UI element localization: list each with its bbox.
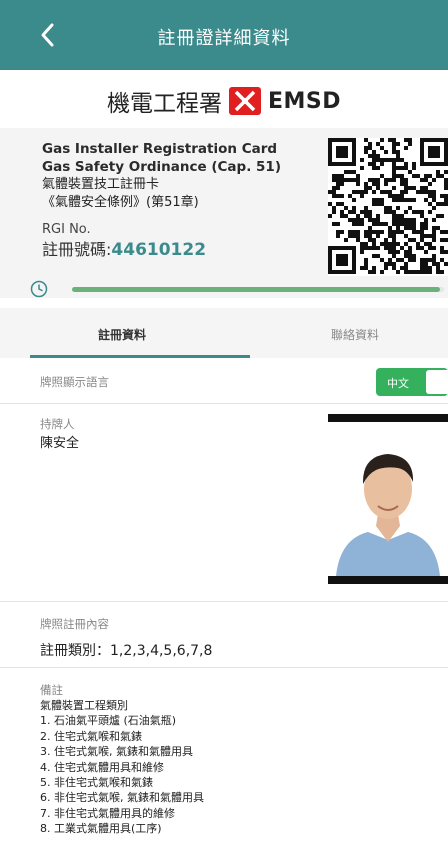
holder-photo [328,414,448,584]
remarks-item: 1. 石油氣平頭爐 (石油氣瓶) [40,714,177,728]
qr-code [328,138,448,276]
holder-name: 陳安全 [40,436,80,451]
logo-zh-text: 機電工程署 [106,91,222,117]
registration-number: 44610122 [111,240,207,260]
tab-registration-info[interactable]: 註冊資料 [98,326,146,343]
registration-types: 註冊類別：1,2,3,4,5,6,7,8 [40,643,213,659]
holder-label: 持牌人 [40,417,75,431]
remarks-item: 7. 非住宅式氣體用具的維修 [40,806,175,820]
card-title-en: Gas Installer Registration Card [42,141,278,157]
license-content-label: 牌照註冊內容 [40,617,109,631]
remarks-item: 3. 住宅式氣喉, 氣錶和氣體用具 [40,745,193,759]
remarks-section: 備註 氣體裝置工程類別 1. 石油氣平頭爐 (石油氣瓶) 2. 住宅式氣喉和氣錶… [0,668,448,867]
language-toggle-label: 中文 [387,377,409,390]
registration-number-label: 註冊號碼: [42,240,112,259]
remarks-item: 氣體裝置工程類別 [40,699,128,712]
validity-progress [0,280,448,300]
emsd-emblem-icon [228,87,261,115]
clock-icon [30,280,48,298]
card-ordinance-zh: 《氣體安全條例》(第51章) [42,195,199,210]
remarks-item: 4. 住宅式氣體用具和維修 [40,760,164,774]
tab-contact-info[interactable]: 聯絡資料 [331,326,379,343]
emsd-logo: 機電工程署 EMSD [0,84,448,124]
remarks-label: 備註 [40,683,63,697]
card-title-zh: 氣體裝置技工註冊卡 [42,177,160,192]
app-header: 註冊證詳細資料 [0,0,448,70]
page-title: 註冊證詳細資料 [157,28,291,49]
registration-card: Gas Installer Registration Card Gas Safe… [0,128,448,298]
remarks-list: 氣體裝置工程類別 1. 石油氣平頭爐 (石油氣瓶) 2. 住宅式氣喉和氣錶 3.… [40,698,204,837]
remarks-item: 5. 非住宅式氣喉和氣錶 [40,776,153,790]
progress-fill [72,287,441,292]
rgi-label: RGI No. [42,222,91,237]
remarks-item: 2. 住宅式氣喉和氣錶 [40,729,142,743]
license-content-section: 牌照註冊內容 註冊類別：1,2,3,4,5,6,7,8 [0,602,448,668]
remarks-item: 8. 工業式氣體用具(工序) [40,822,162,836]
remarks-item: 6. 非住宅式氣喉, 氣錶和氣體用具 [40,791,204,805]
language-toggle[interactable]: 中文 [376,368,448,396]
card-ordinance-en: Gas Safety Ordinance (Cap. 51) [42,159,281,175]
display-language-label: 牌照顯示語言 [40,375,109,389]
tab-bar: 註冊資料 聯絡資料 [0,308,448,358]
card-info: Gas Installer Registration Card Gas Safe… [42,140,281,259]
toggle-knob [426,370,448,394]
progress-bar [72,287,444,292]
license-holder-section: 持牌人 陳安全 [0,404,448,602]
display-language-row: 牌照顯示語言 中文 [0,358,448,404]
logo-en-text: EMSD [267,88,342,114]
registration-number-row: 註冊號碼:44610122 [42,240,281,260]
